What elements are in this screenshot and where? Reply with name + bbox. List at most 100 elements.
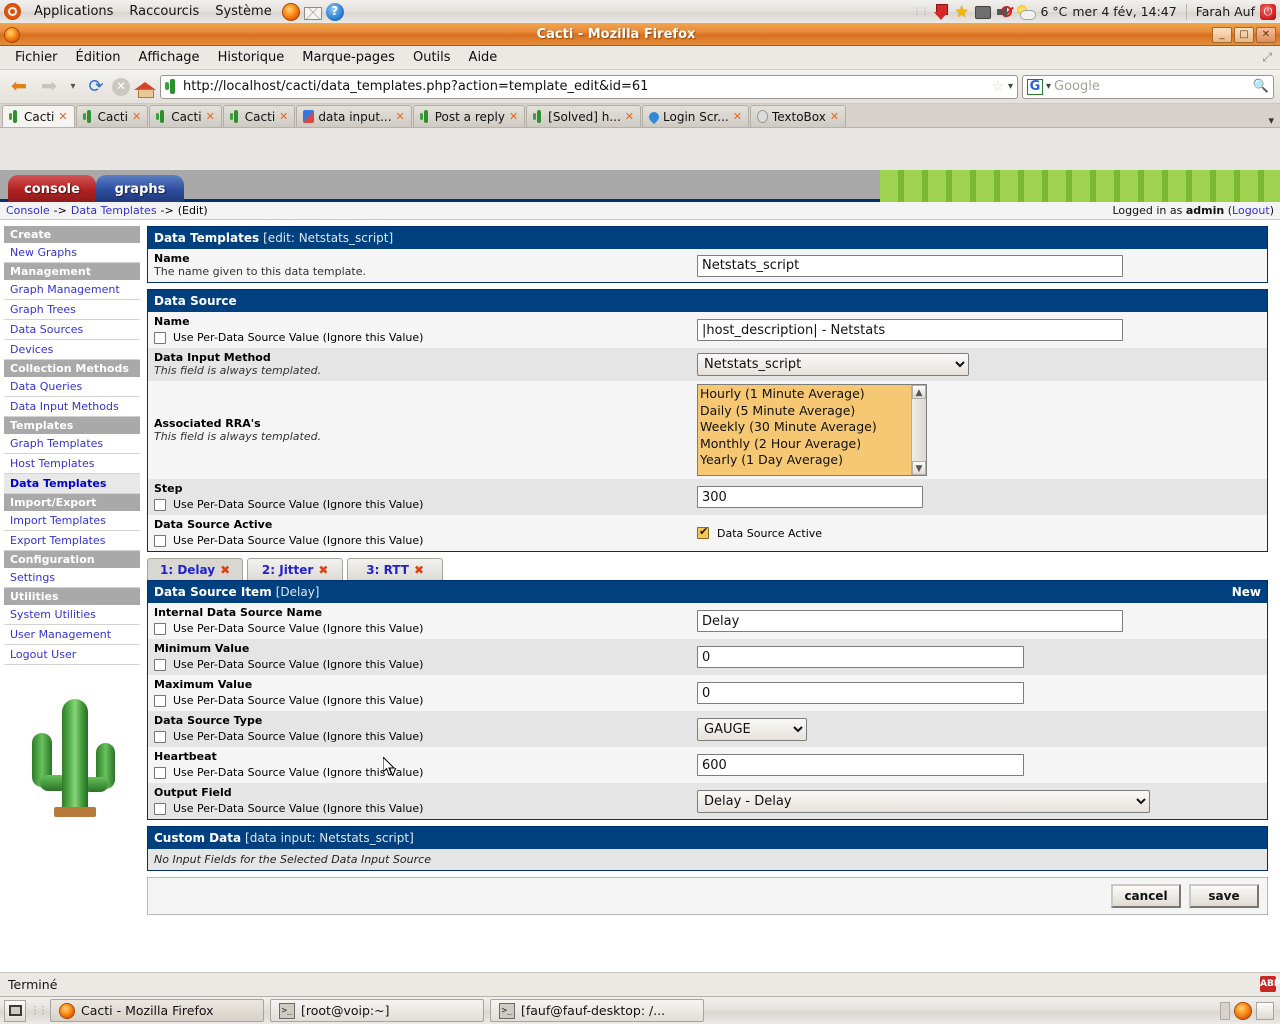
power-icon[interactable]: ⏻ bbox=[1260, 3, 1276, 20]
task-button-1[interactable]: >_ [root@voip:~] bbox=[270, 999, 484, 1022]
dsi-input-maximum-value[interactable] bbox=[697, 682, 1024, 704]
close-button[interactable]: ✕ bbox=[1256, 26, 1276, 43]
breadcrumb-console[interactable]: Console bbox=[6, 204, 50, 217]
tab-close-icon[interactable]: ✕ bbox=[509, 110, 518, 123]
firefox-launcher-icon[interactable] bbox=[281, 2, 300, 21]
menu-raccourcis[interactable]: Raccourcis bbox=[121, 1, 207, 22]
sidebar-item-data-templates[interactable]: Data Templates bbox=[4, 474, 140, 494]
menu-aide[interactable]: Aide bbox=[460, 48, 507, 67]
google-icon[interactable]: G bbox=[1027, 78, 1043, 95]
sidebar-item-host-templates[interactable]: Host Templates bbox=[4, 454, 140, 474]
menu-marque-pages[interactable]: Marque-pages bbox=[293, 48, 404, 67]
search-bar[interactable]: G ▾ Google 🔍 bbox=[1022, 74, 1274, 99]
tab-close-icon[interactable]: ✕ bbox=[733, 110, 742, 123]
dsi-per-source-checkbox-4[interactable] bbox=[154, 766, 166, 779]
workspace-switcher-icon[interactable] bbox=[1256, 1001, 1274, 1020]
show-desktop-button[interactable] bbox=[4, 999, 26, 1022]
search-input[interactable]: Google bbox=[1054, 79, 1250, 94]
tab-close-icon[interactable]: ✕ bbox=[830, 110, 839, 123]
data-source-item-tab-0[interactable]: 1: Delay ✖ bbox=[147, 558, 244, 580]
sidebar-item-new-graphs[interactable]: New Graphs bbox=[4, 243, 140, 263]
maximize-button[interactable]: □ bbox=[1234, 26, 1254, 43]
item-tab-remove-icon[interactable]: ✖ bbox=[318, 563, 328, 577]
dsi-select-data-source-type[interactable]: GAUGE bbox=[697, 717, 807, 741]
dsi-select-output-field[interactable]: Delay - Delay bbox=[697, 789, 1150, 813]
sidebar-item-data-queries[interactable]: Data Queries bbox=[4, 377, 140, 397]
dsi-per-source-checkbox-0[interactable] bbox=[154, 622, 166, 635]
back-arrow-icon[interactable]: ⬅ bbox=[6, 77, 32, 96]
template-name-input[interactable] bbox=[697, 254, 1123, 277]
rra-listbox-scrollbar[interactable]: ▲ ▼ bbox=[911, 385, 926, 475]
stop-icon[interactable]: ✕ bbox=[112, 77, 130, 96]
user-name-label[interactable]: Farah Auf bbox=[1196, 4, 1255, 19]
menu-applications[interactable]: Applications bbox=[26, 1, 121, 22]
forward-arrow-icon[interactable]: ➡ bbox=[36, 77, 62, 96]
url-bar[interactable]: http://localhost/cacti/data_templates.ph… bbox=[160, 74, 1018, 99]
clock-label[interactable]: mer 4 fév, 14:47 bbox=[1072, 4, 1176, 19]
browser-tab-4[interactable]: data input... ✕ bbox=[296, 105, 412, 127]
tab-close-icon[interactable]: ✕ bbox=[58, 110, 67, 123]
cacti-tab-graphs[interactable]: graphs bbox=[96, 175, 184, 202]
browser-tab-7[interactable]: Login Scr... ✕ bbox=[642, 105, 749, 127]
rra-option-2[interactable]: Weekly (30 Minute Average) bbox=[700, 419, 909, 436]
sidebar-item-devices[interactable]: Devices bbox=[4, 340, 140, 360]
magnifier-icon[interactable]: 🔍 bbox=[1253, 79, 1269, 94]
menu-systeme[interactable]: Système bbox=[207, 1, 279, 22]
update-notifier-icon[interactable] bbox=[933, 3, 949, 20]
data-source-item-tab-2[interactable]: 3: RTT ✖ bbox=[347, 558, 444, 580]
rra-option-0[interactable]: Hourly (1 Minute Average) bbox=[700, 386, 909, 403]
mail-launcher-icon[interactable] bbox=[303, 7, 322, 20]
star-icon[interactable]: ★ bbox=[954, 3, 970, 20]
rra-option-1[interactable]: Daily (5 Minute Average) bbox=[700, 403, 909, 420]
sidebar-item-import-templates[interactable]: Import Templates bbox=[4, 511, 140, 531]
menu-edition[interactable]: Édition bbox=[67, 48, 130, 67]
workspace-scroll[interactable] bbox=[1220, 1001, 1230, 1020]
tab-close-icon[interactable]: ✕ bbox=[279, 110, 288, 123]
cacti-tab-console[interactable]: console bbox=[8, 175, 96, 202]
browser-tab-2[interactable]: Cacti ✕ bbox=[149, 105, 222, 127]
dsi-per-source-checkbox-1[interactable] bbox=[154, 658, 166, 671]
rra-option-4[interactable]: Yearly (1 Day Average) bbox=[700, 452, 909, 469]
task-button-0[interactable]: Cacti - Mozilla Firefox bbox=[50, 999, 264, 1022]
sidebar-item-user-management[interactable]: User Management bbox=[4, 625, 140, 645]
dsi-per-source-checkbox-3[interactable] bbox=[154, 730, 166, 743]
rra-option-3[interactable]: Monthly (2 Hour Average) bbox=[700, 436, 909, 453]
new-data-source-item-link[interactable]: New bbox=[1232, 585, 1261, 599]
menu-historique[interactable]: Historique bbox=[209, 48, 294, 67]
sidebar-item-export-templates[interactable]: Export Templates bbox=[4, 531, 140, 551]
data-source-active-checkbox[interactable] bbox=[697, 525, 709, 539]
save-button[interactable]: save bbox=[1189, 884, 1259, 908]
browser-tab-3[interactable]: Cacti ✕ bbox=[222, 105, 296, 127]
step-input[interactable] bbox=[697, 486, 923, 508]
data-input-method-select[interactable]: Netstats_script bbox=[697, 353, 969, 376]
dsi-per-source-checkbox-2[interactable] bbox=[154, 694, 166, 707]
ds-name-per-source-checkbox[interactable] bbox=[154, 331, 166, 344]
tab-close-icon[interactable]: ✕ bbox=[132, 110, 141, 123]
menu-affichage[interactable]: Affichage bbox=[129, 48, 208, 67]
sidebar-item-graph-management[interactable]: Graph Management bbox=[4, 280, 140, 300]
tab-close-icon[interactable]: ✕ bbox=[625, 110, 634, 123]
sidebar-item-data-sources[interactable]: Data Sources bbox=[4, 320, 140, 340]
firefox-tray-icon[interactable] bbox=[1234, 1001, 1252, 1020]
adblock-plus-icon[interactable]: ABP bbox=[1260, 976, 1280, 992]
browser-tab-1[interactable]: Cacti ✕ bbox=[75, 105, 149, 127]
browser-tab-6[interactable]: [Solved] h... ✕ bbox=[526, 105, 642, 127]
sidebar-item-logout-user[interactable]: Logout User bbox=[4, 645, 140, 665]
dsi-input-heartbeat[interactable] bbox=[697, 754, 1024, 776]
dsi-per-source-checkbox-5[interactable] bbox=[154, 802, 166, 815]
browser-tab-8[interactable]: TextoBox ✕ bbox=[749, 105, 847, 127]
bookmark-star-icon[interactable]: ☆ bbox=[991, 79, 1004, 95]
tab-close-icon[interactable]: ✕ bbox=[396, 110, 405, 123]
scroll-down-icon[interactable]: ▼ bbox=[912, 461, 926, 475]
help-launcher-icon[interactable]: ? bbox=[325, 2, 344, 21]
search-engine-dropdown-icon[interactable]: ▾ bbox=[1046, 81, 1051, 92]
browser-tab-5[interactable]: Post a reply ✕ bbox=[412, 105, 526, 127]
minimize-button[interactable]: _ bbox=[1212, 26, 1232, 43]
browser-tab-0[interactable]: Cacti ✕ bbox=[2, 105, 75, 127]
dsi-input-minimum-value[interactable] bbox=[697, 646, 1024, 668]
step-per-source-checkbox[interactable] bbox=[154, 498, 166, 511]
cancel-button[interactable]: cancel bbox=[1111, 884, 1181, 908]
ds-name-input[interactable] bbox=[697, 319, 1123, 341]
menu-fichier[interactable]: Fichier bbox=[6, 48, 67, 67]
breadcrumb-data-templates[interactable]: Data Templates bbox=[71, 204, 157, 217]
